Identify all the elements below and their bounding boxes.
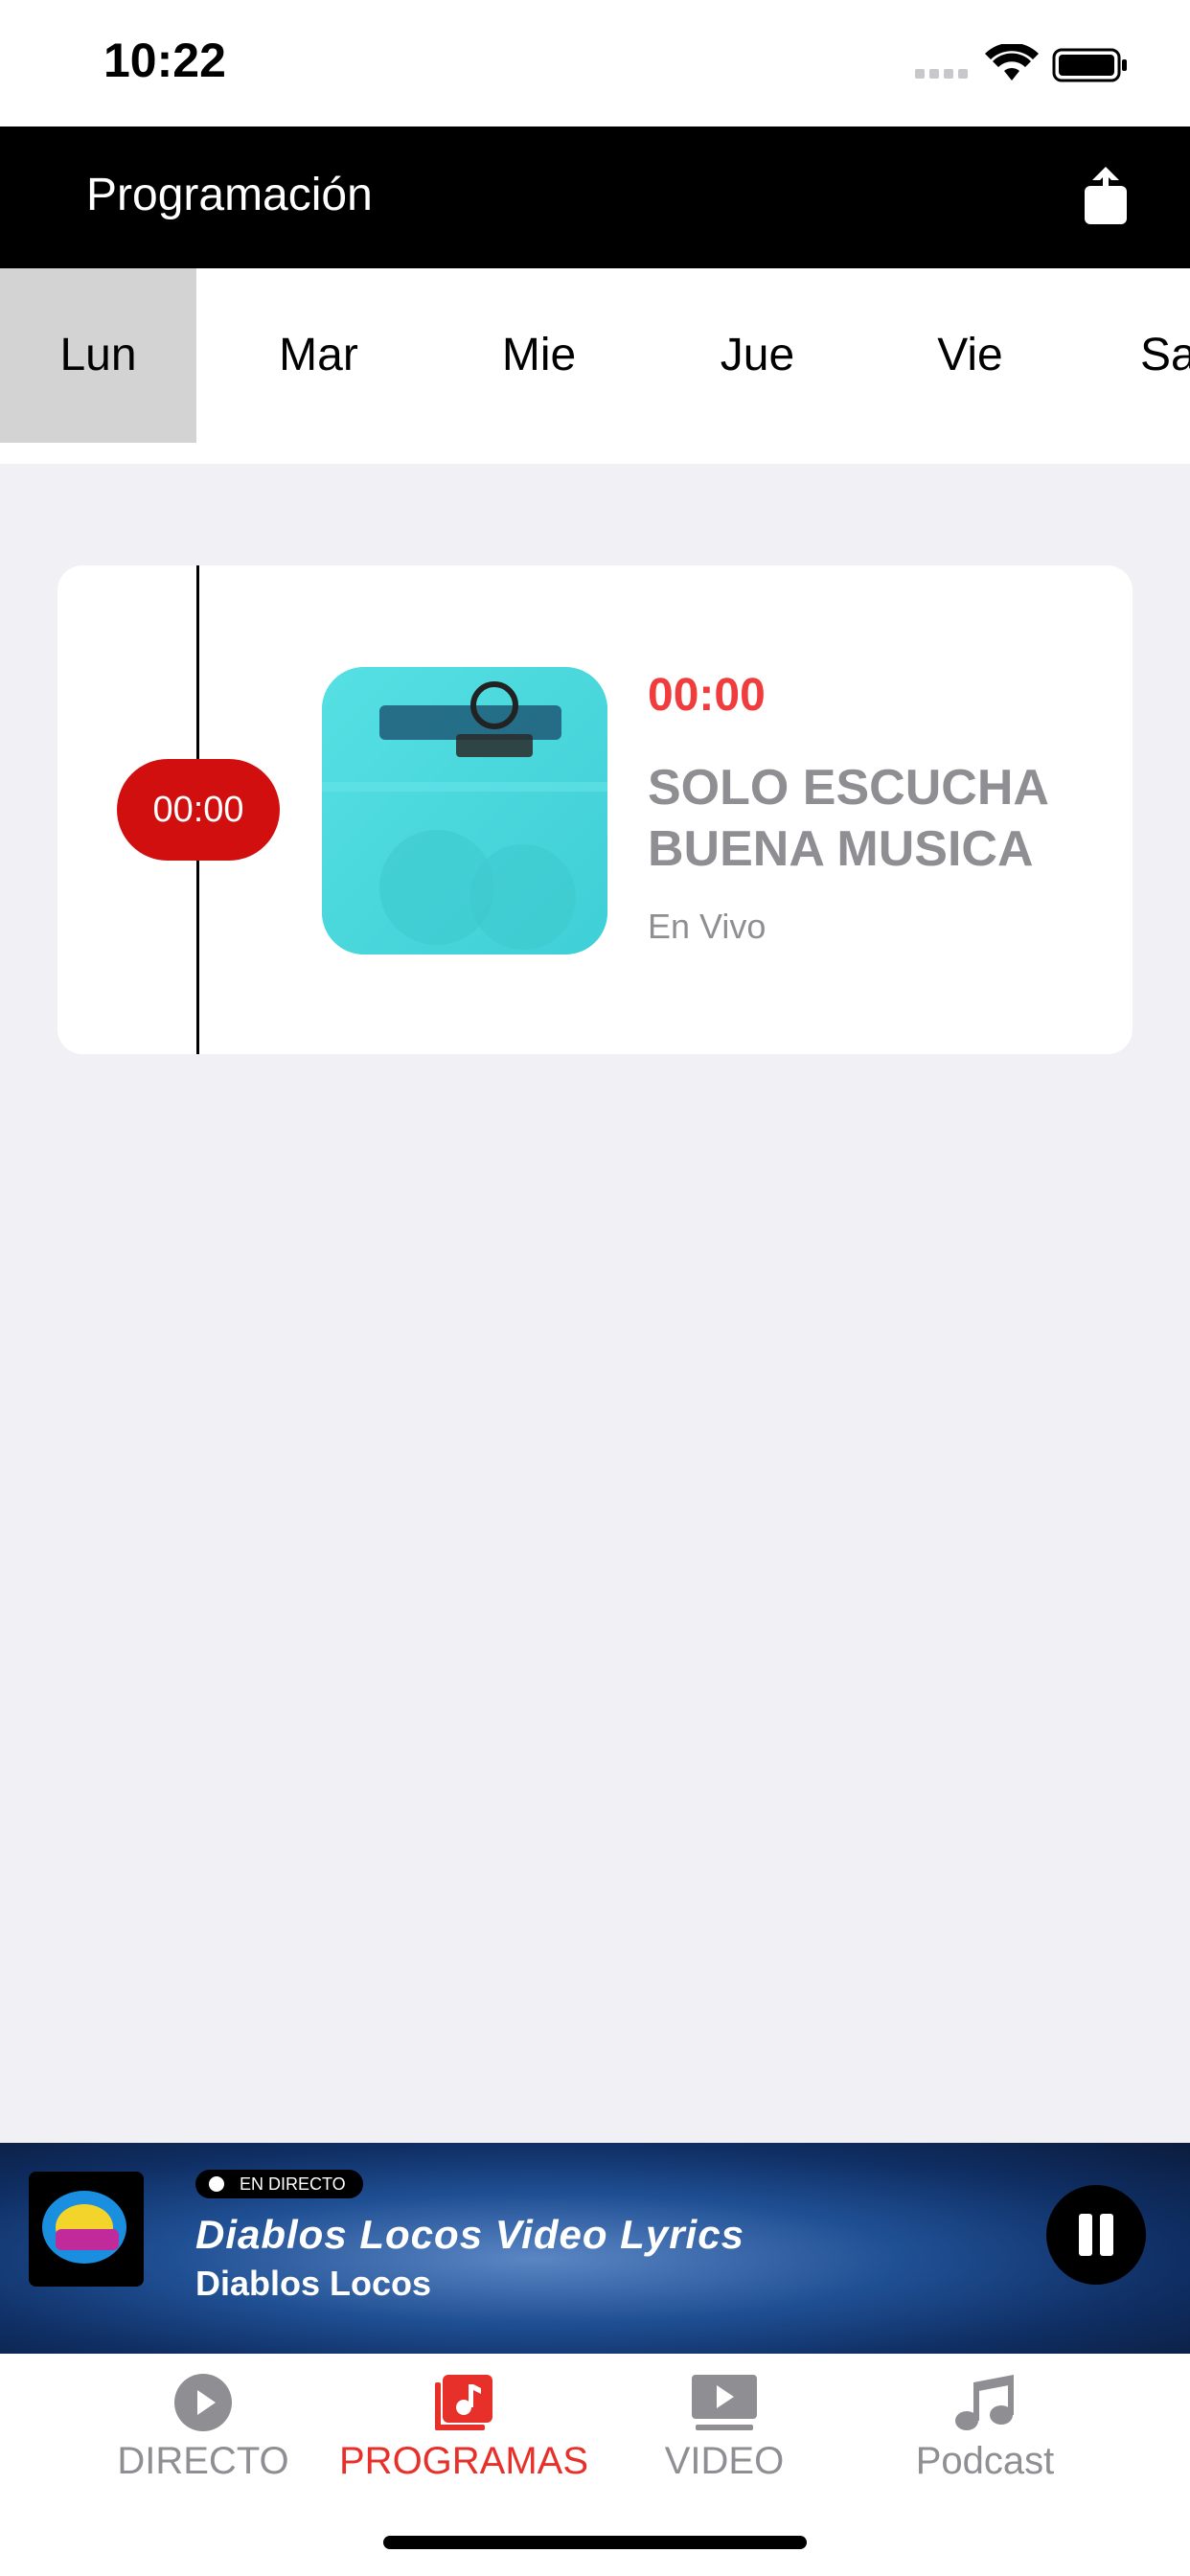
program-time: 00:00 (648, 670, 766, 721)
share-icon[interactable] (1079, 167, 1133, 228)
day-tabs: Lun Mar Mie Jue Vie Sab (0, 268, 1190, 464)
music-notes-icon (955, 2375, 1014, 2430)
day-tab-jue[interactable]: Jue (659, 268, 856, 443)
wifi-icon (985, 44, 1039, 80)
pause-button[interactable] (1046, 2185, 1146, 2285)
live-badge: EN DIRECTO (195, 2170, 363, 2198)
now-playing-bar[interactable]: EN DIRECTO Diablos Locos Video Lyrics Di… (0, 2143, 1190, 2354)
page-title: Programación (86, 170, 373, 220)
day-tab-vie[interactable]: Vie (872, 268, 1068, 443)
cellular-signal-icon (915, 69, 973, 80)
day-tab-lun[interactable]: Lun (0, 268, 196, 443)
app-header: Programación (0, 126, 1190, 268)
program-subtitle: En Vivo (648, 907, 767, 946)
tab-directo[interactable]: DIRECTO (79, 2373, 328, 2517)
day-tab-sab[interactable]: Sab (1140, 268, 1190, 443)
live-badge-label: EN DIRECTO (240, 2174, 346, 2194)
tab-podcast[interactable]: Podcast (860, 2373, 1110, 2517)
now-playing-artwork (29, 2172, 144, 2287)
live-dot-icon (209, 2176, 224, 2192)
tab-programas[interactable]: PROGRAMAS (339, 2373, 588, 2517)
tab-label-video: VIDEO (664, 2440, 785, 2482)
status-bar: 10:22 (0, 0, 1190, 126)
video-icon (692, 2375, 757, 2430)
status-time: 10:22 (103, 34, 226, 87)
tab-label-programas: PROGRAMAS (339, 2440, 589, 2482)
day-tab-mie[interactable]: Mie (441, 268, 637, 443)
tab-label-podcast: Podcast (915, 2440, 1055, 2482)
program-card[interactable]: 00:00 00:00 SOLO ESCUCHA BUENA MUSICA En… (57, 565, 1133, 1054)
program-thumbnail (322, 667, 607, 954)
music-note-icon (435, 2375, 492, 2430)
timeline-time-pill: 00:00 (117, 759, 280, 861)
program-title: SOLO ESCUCHA BUENA MUSICA (648, 760, 1047, 877)
home-indicator (383, 2536, 807, 2549)
now-playing-title: Diablos Locos Video Lyrics (195, 2212, 744, 2257)
battery-icon (1052, 48, 1127, 82)
play-icon (174, 2374, 232, 2431)
tab-label-directo: DIRECTO (117, 2440, 289, 2482)
tab-video[interactable]: VIDEO (600, 2373, 849, 2517)
day-tab-mar[interactable]: Mar (220, 268, 417, 443)
now-playing-artist: Diablos Locos (195, 2264, 432, 2303)
